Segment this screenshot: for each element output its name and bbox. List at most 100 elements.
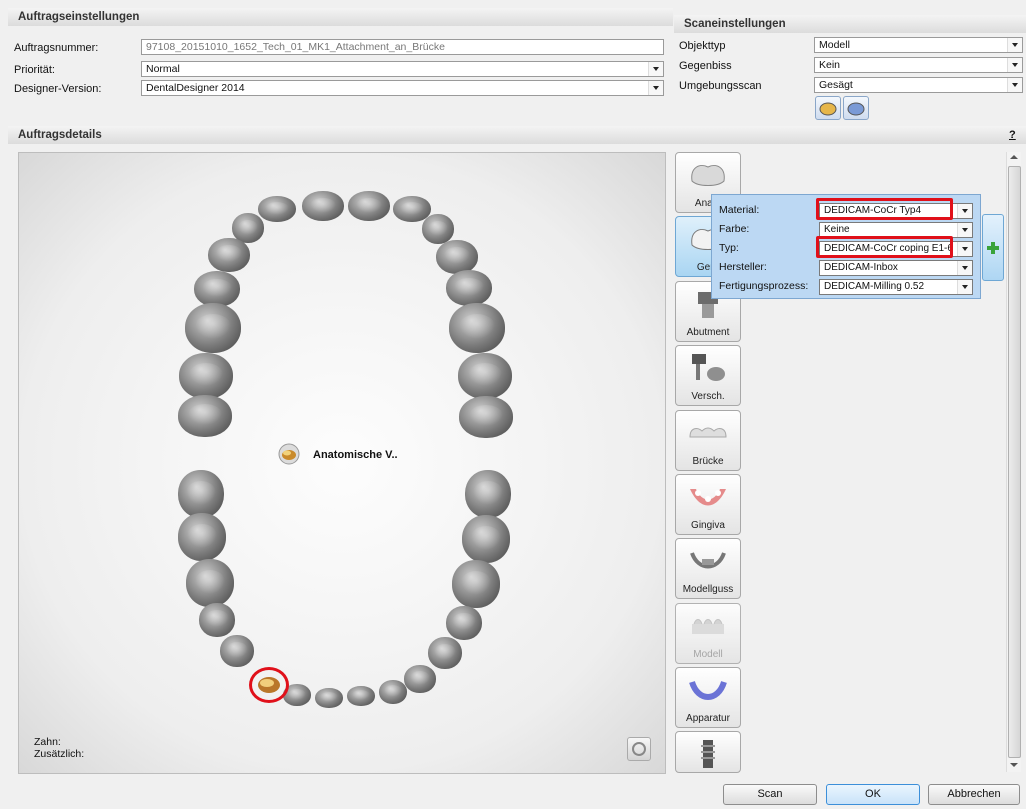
designer-version-select[interactable]: DentalDesigner 2014 (141, 80, 664, 96)
material-label: Material: (719, 204, 760, 216)
tooth[interactable] (186, 559, 234, 607)
tooth[interactable] (185, 303, 241, 353)
tooth[interactable] (459, 396, 513, 438)
category-gingiva-button[interactable]: Gingiva (675, 474, 741, 535)
color-row: Farbe: Keine (712, 221, 980, 239)
object-type-select[interactable]: Modell (814, 37, 1023, 53)
chevron-down-icon[interactable] (957, 242, 972, 256)
tooth[interactable] (348, 191, 390, 221)
tooth[interactable] (462, 515, 510, 563)
tooth[interactable] (258, 196, 296, 222)
color-value: Keine (824, 224, 850, 235)
order-settings-header: Auftragseinstellungen (8, 8, 673, 26)
category-appliance-button[interactable]: Apparatur (675, 667, 741, 728)
chevron-down-icon[interactable] (648, 62, 663, 76)
type-select[interactable]: DEDICAM-CoCr coping E1-6 (819, 241, 973, 257)
order-number-label: Auftragsnummer: (14, 42, 99, 54)
tooth[interactable] (465, 470, 511, 518)
tooth[interactable] (315, 688, 343, 708)
chevron-down-icon[interactable] (1007, 38, 1022, 52)
help-link[interactable]: ? (1009, 129, 1016, 141)
tooth[interactable] (436, 240, 478, 274)
hover-tooth-label: Anatomische V.. (313, 449, 398, 461)
view-reset-button[interactable] (627, 737, 651, 761)
scrollbar-thumb[interactable] (1008, 166, 1021, 758)
environment-scan-value: Gesägt (819, 79, 853, 91)
plus-icon (987, 242, 999, 254)
environment-scan-label: Umgebungsscan (679, 80, 762, 92)
chevron-down-icon[interactable] (957, 204, 972, 218)
jaw-lower-icon (847, 102, 865, 116)
category-attachment-button[interactable]: Versch. (675, 345, 741, 406)
manufacturer-row: Hersteller: DEDICAM-Inbox (712, 259, 980, 277)
tooth[interactable] (178, 395, 232, 437)
order-number-field[interactable]: 97108_20151010_1652_Tech_01_MK1_Attachme… (141, 39, 664, 55)
category-implant-button[interactable] (675, 731, 741, 773)
tooth[interactable] (422, 214, 454, 244)
appliance-icon (689, 680, 727, 700)
material-value: DEDICAM-CoCr Typ4 (824, 205, 922, 216)
tooth[interactable] (452, 560, 500, 608)
attachment-icon (692, 354, 725, 381)
tooth[interactable] (379, 680, 407, 704)
scroll-down-icon[interactable] (1010, 763, 1018, 767)
process-label: Fertigungsprozess: (719, 280, 809, 292)
material-popup: Material: DEDICAM-CoCr Typ4 Farbe: Keine… (711, 194, 981, 299)
process-row: Fertigungsprozess: DEDICAM-Milling 0.52 (712, 278, 980, 296)
chevron-down-icon[interactable] (957, 223, 972, 237)
tooth[interactable] (178, 470, 224, 518)
material-row: Material: DEDICAM-CoCr Typ4 (712, 202, 980, 220)
environment-scan-select[interactable]: Gesägt (814, 77, 1023, 93)
tooth[interactable] (446, 606, 482, 640)
process-select[interactable]: DEDICAM-Milling 0.52 (819, 279, 973, 295)
antagonist-label: Gegenbiss (679, 60, 732, 72)
details-scrollbar[interactable] (1006, 152, 1021, 772)
scan-option-lower-button[interactable] (843, 96, 869, 120)
order-details-title: Auftragsdetails (18, 129, 102, 141)
manufacturer-select[interactable]: DEDICAM-Inbox (819, 260, 973, 276)
category-attachment-label: Versch. (691, 391, 725, 402)
ok-button[interactable]: OK (826, 784, 920, 805)
category-partial-framework-label: Modellguss (682, 584, 734, 595)
category-gingiva-label: Gingiva (691, 520, 725, 531)
color-select[interactable]: Keine (819, 222, 973, 238)
tooth[interactable] (302, 191, 344, 221)
antagonist-select[interactable]: Kein (814, 57, 1023, 73)
category-partial-framework-button[interactable]: Modellguss (675, 538, 741, 599)
object-type-value: Modell (819, 39, 850, 51)
cancel-button[interactable]: Abbrechen (928, 784, 1020, 805)
priority-select[interactable]: Normal (141, 61, 664, 77)
tooth[interactable] (220, 635, 254, 667)
scan-option-upper-button[interactable] (815, 96, 841, 120)
tooth[interactable] (179, 353, 233, 399)
chevron-down-icon[interactable] (648, 81, 663, 95)
tooth[interactable] (446, 270, 492, 306)
tooth[interactable] (404, 665, 436, 693)
tooth[interactable] (449, 303, 505, 353)
add-material-button[interactable] (982, 214, 1004, 281)
selected-tooth[interactable] (249, 667, 289, 703)
tooth[interactable] (178, 513, 226, 561)
tooth-chart-view[interactable] (18, 152, 666, 774)
scroll-up-icon[interactable] (1010, 155, 1018, 159)
chevron-down-icon[interactable] (1007, 78, 1022, 92)
category-bridge-button[interactable]: Brücke (675, 410, 741, 471)
scan-button[interactable]: Scan (723, 784, 817, 805)
category-bridge-label: Brücke (692, 456, 724, 467)
tooth[interactable] (428, 637, 462, 669)
model-icon (692, 619, 724, 634)
category-model-button[interactable]: Modell (675, 603, 741, 664)
tooth[interactable] (458, 353, 512, 399)
tooth[interactable] (194, 271, 240, 307)
chevron-down-icon[interactable] (957, 280, 972, 294)
category-model-label: Modell (693, 649, 723, 660)
anatomy-crown-icon (691, 165, 725, 186)
type-value: DEDICAM-CoCr coping E1-6 (824, 243, 953, 254)
chevron-down-icon[interactable] (1007, 58, 1022, 72)
tooth[interactable] (208, 238, 250, 272)
material-select[interactable]: DEDICAM-CoCr Typ4 (819, 203, 973, 219)
chevron-down-icon[interactable] (957, 261, 972, 275)
tooth[interactable] (347, 686, 375, 706)
crown-hover-icon (278, 443, 300, 465)
tooth[interactable] (199, 603, 235, 637)
